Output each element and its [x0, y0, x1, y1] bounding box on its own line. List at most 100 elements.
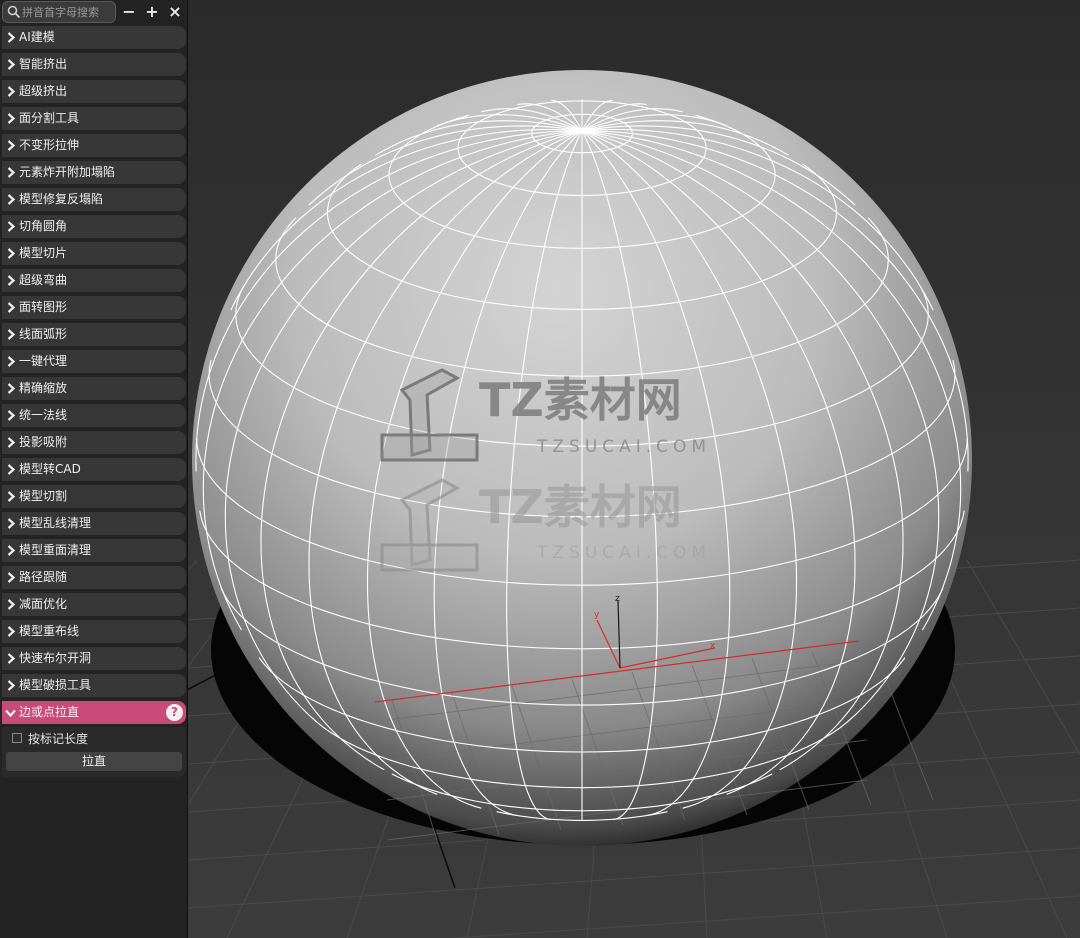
- tool-menu-item-label: 超级弯曲: [19, 273, 68, 287]
- chevron-right-icon: [7, 410, 15, 421]
- tool-menu-item[interactable]: 元素炸开附加塌陷: [2, 161, 186, 184]
- gizmo-label-x: x: [710, 641, 716, 651]
- tool-menu-item-label: 线面弧形: [19, 327, 68, 341]
- chevron-right-icon: [7, 626, 15, 637]
- tool-menu-item-label: 模型重面清理: [19, 543, 92, 557]
- tool-menu-item[interactable]: 智能挤出: [2, 53, 186, 76]
- panel-empty-area: [0, 782, 187, 938]
- tool-menu-item-label: 路径跟随: [19, 570, 68, 584]
- tool-menu-item-active[interactable]: 边或点拉直?: [2, 701, 186, 724]
- tool-menu-item[interactable]: 超级挤出: [2, 80, 186, 103]
- help-icon[interactable]: ?: [166, 704, 183, 721]
- chevron-right-icon: [7, 599, 15, 610]
- close-panel-button[interactable]: ×: [166, 3, 184, 21]
- tool-menu-item-label: 投影吸附: [19, 435, 68, 449]
- tool-menu-item[interactable]: 模型转CAD: [2, 458, 186, 481]
- chevron-right-icon: [7, 248, 15, 259]
- tool-menu-item[interactable]: 面分割工具: [2, 107, 186, 130]
- tool-menu-item-label: 模型重布线: [19, 624, 80, 638]
- mark-length-checkbox[interactable]: [12, 733, 22, 743]
- mark-length-label: 按标记长度: [28, 732, 89, 746]
- tool-menu-item[interactable]: 模型破损工具: [2, 674, 186, 697]
- tool-menu-item-label: 超级挤出: [19, 84, 68, 98]
- chevron-right-icon: [7, 491, 15, 502]
- tool-menu-item-label: 智能挤出: [19, 57, 68, 71]
- tool-menu-item[interactable]: 超级弯曲: [2, 269, 186, 292]
- viewport-canvas[interactable]: y x z TZ素材网 TZSUCAI.COM TZ素材网 TZSUCAI.CO…: [187, 0, 1080, 938]
- watermark-brand: TZ素材网: [479, 373, 682, 427]
- tool-menu-item-label: 面分割工具: [19, 111, 80, 125]
- tool-menu-item-label: 模型转CAD: [19, 462, 81, 476]
- tool-menu-item-label: AI建模: [19, 30, 55, 44]
- tool-menu-item[interactable]: 路径跟随: [2, 566, 186, 589]
- tool-menu-item[interactable]: 线面弧形: [2, 323, 186, 346]
- tool-menu-item-label: 模型切割: [19, 489, 68, 503]
- tool-menu-item[interactable]: 模型切片: [2, 242, 186, 265]
- tool-menu-item[interactable]: 模型重布线: [2, 620, 186, 643]
- tool-menu-item[interactable]: 统一法线: [2, 404, 186, 427]
- tool-menu-item-label: 面转图形: [19, 300, 68, 314]
- chevron-right-icon: [7, 356, 15, 367]
- chevron-right-icon: [7, 194, 15, 205]
- chevron-right-icon: [7, 437, 15, 448]
- tool-menu-item-label: 减面优化: [19, 597, 68, 611]
- chevron-right-icon: [7, 140, 15, 151]
- tool-menu-item[interactable]: AI建模: [2, 26, 186, 49]
- collapse-all-button[interactable]: −: [120, 3, 138, 21]
- tool-menu-item-label: 模型修复反塌陷: [19, 192, 104, 206]
- tool-menu-item[interactable]: 快速布尔开洞: [2, 647, 186, 670]
- tool-menu-item-label: 统一法线: [19, 408, 68, 422]
- tool-menu-item[interactable]: 精确缩放: [2, 377, 186, 400]
- tool-menu-item[interactable]: 投影吸附: [2, 431, 186, 454]
- search-box[interactable]: [2, 1, 116, 23]
- chevron-right-icon: [7, 167, 15, 178]
- watermark-url: TZSUCAI.COM: [536, 437, 711, 457]
- chevron-right-icon: [7, 86, 15, 97]
- chevron-right-icon: [7, 221, 15, 232]
- tool-menu-item[interactable]: 模型乱线清理: [2, 512, 186, 535]
- chevron-down-icon: [5, 709, 16, 717]
- chevron-right-icon: [7, 383, 15, 394]
- tool-panel: − + × AI建模智能挤出超级挤出面分割工具不变形拉伸元素炸开附加塌陷模型修复…: [0, 0, 188, 938]
- chevron-right-icon: [7, 464, 15, 475]
- search-row: − + ×: [2, 1, 185, 25]
- chevron-right-icon: [7, 545, 15, 556]
- chevron-right-icon: [7, 59, 15, 70]
- watermark-url-secondary: TZSUCAI.COM: [536, 543, 711, 563]
- chevron-right-icon: [7, 302, 15, 313]
- tool-menu-item-label: 切角圆角: [19, 219, 68, 233]
- tool-menu-item[interactable]: 模型重面清理: [2, 539, 186, 562]
- chevron-right-icon: [7, 32, 15, 43]
- tool-menu-item[interactable]: 不变形拉伸: [2, 134, 186, 157]
- chevron-right-icon: [7, 275, 15, 286]
- 3d-viewport[interactable]: y x z TZ素材网 TZSUCAI.COM TZ素材网 TZSUCAI.CO…: [187, 0, 1080, 938]
- chevron-right-icon: [7, 680, 15, 691]
- active-section-label: 边或点拉直: [19, 705, 80, 719]
- tool-menu-list: AI建模智能挤出超级挤出面分割工具不变形拉伸元素炸开附加塌陷 模型修复反塌陷 切角圆…: [2, 26, 186, 724]
- tool-menu-item-label: 元素炸开附加塌陷: [19, 165, 116, 179]
- search-icon: [7, 5, 21, 19]
- watermark-brand-secondary: TZ素材网: [479, 480, 682, 534]
- tool-menu-item[interactable]: 模型修复反塌陷: [2, 188, 186, 211]
- chevron-right-icon: [7, 113, 15, 124]
- tool-menu-item[interactable]: 一键代理: [2, 350, 186, 373]
- chevron-right-icon: [7, 653, 15, 664]
- gizmo-label-z: z: [615, 594, 620, 604]
- search-input[interactable]: [22, 4, 114, 20]
- tool-menu-item[interactable]: 面转图形: [2, 296, 186, 319]
- chevron-right-icon: [7, 518, 15, 529]
- tool-menu-item-label: 模型破损工具: [19, 678, 92, 692]
- gizmo-label-y: y: [594, 610, 600, 620]
- tool-menu-item[interactable]: 模型切割: [2, 485, 186, 508]
- expand-all-button[interactable]: +: [143, 3, 161, 21]
- straighten-button[interactable]: 拉直: [6, 752, 182, 771]
- tool-menu-item-label: 一键代理: [19, 354, 68, 368]
- tool-menu-item[interactable]: 减面优化: [2, 593, 186, 616]
- tool-menu-item-label: 快速布尔开洞: [19, 651, 92, 665]
- straighten-options: 按标记长度 拉直: [2, 727, 186, 777]
- tool-menu-item-label: 模型切片: [19, 246, 68, 260]
- chevron-right-icon: [7, 572, 15, 583]
- tool-menu-item[interactable]: 切角圆角: [2, 215, 186, 238]
- tool-menu-item-label: 精确缩放: [19, 381, 68, 395]
- chevron-right-icon: [7, 329, 15, 340]
